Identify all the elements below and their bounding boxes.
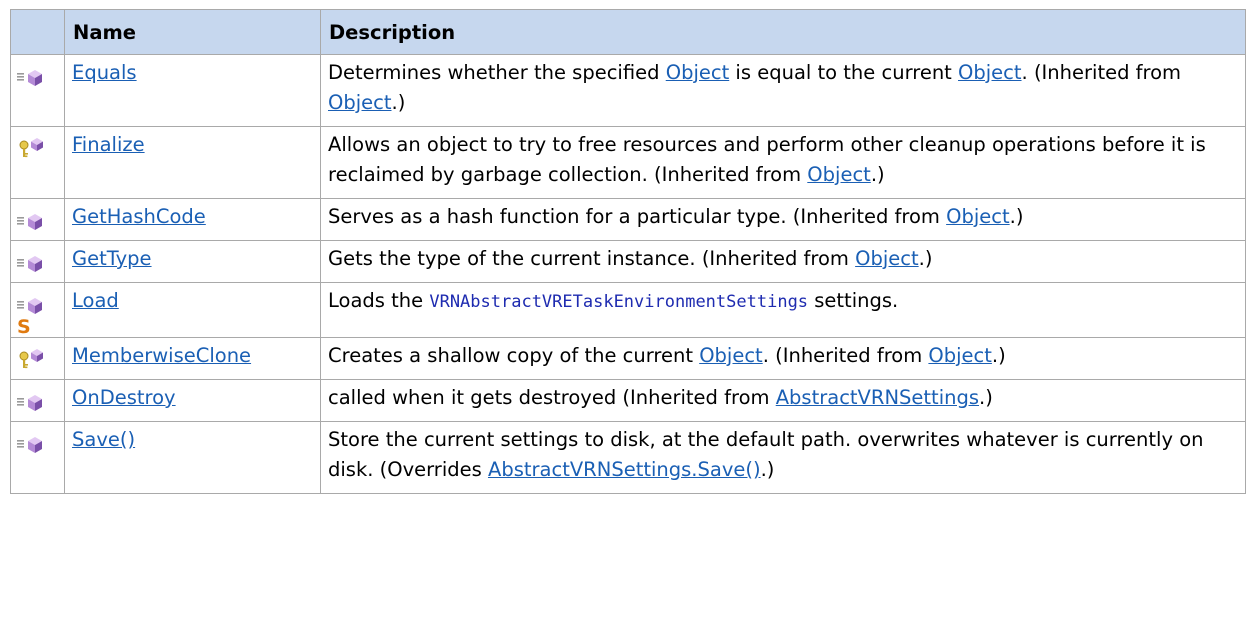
header-icon [10, 9, 65, 55]
member-icon-cell [10, 421, 65, 494]
public-method-icon [16, 209, 48, 231]
description-text: .) [1009, 205, 1024, 228]
svg-text:S: S [17, 316, 31, 337]
member-name-cell: Equals [64, 54, 321, 127]
type-link[interactable]: AbstractVRNSettings [776, 386, 979, 409]
member-name-cell: GetType [64, 240, 321, 283]
member-icon-cell [10, 54, 65, 127]
member-name-link[interactable]: Load [72, 289, 119, 312]
public-method-icon [16, 65, 48, 87]
description-text: Creates a shallow copy of the current [328, 344, 700, 367]
description-text: .) [870, 163, 885, 186]
description-text: . (Inherited from [762, 344, 929, 367]
description-text: Serves as a hash function for a particul… [328, 205, 947, 228]
protected-method-icon [16, 348, 48, 370]
member-description-cell: Allows an object to try to free resource… [320, 126, 1246, 199]
type-link[interactable]: Object [807, 163, 871, 186]
table-row: GetHashCode Serves as a hash function for… [10, 198, 1246, 241]
member-name-link[interactable]: Finalize [72, 133, 145, 156]
description-text: .) [979, 386, 993, 409]
member-icon-cell [10, 198, 65, 241]
table-row: MemberwiseClone Creates a shallow copy of… [10, 337, 1246, 380]
description-text: .) [391, 91, 406, 114]
type-link[interactable]: AbstractVRNSettings.Save() [488, 458, 761, 481]
table-row: OnDestroy called when it gets destroyed (… [10, 379, 1246, 422]
type-link[interactable]: Object [958, 61, 1022, 84]
description-text: called when it gets destroyed (Inherited… [328, 386, 776, 409]
member-description-cell: Store the current settings to disk, at t… [320, 421, 1246, 494]
type-link[interactable]: Object [328, 91, 392, 114]
member-name-link[interactable]: GetHashCode [72, 205, 206, 228]
type-link[interactable]: Object [855, 247, 919, 270]
public-method-icon [16, 251, 48, 273]
public-method-icon [16, 432, 48, 454]
description-text: Loads the [328, 289, 430, 312]
member-name-link[interactable]: OnDestroy [72, 386, 176, 409]
header-description: Description [320, 9, 1246, 55]
type-link[interactable]: Object [928, 344, 992, 367]
type-link[interactable]: Object [946, 205, 1010, 228]
type-link[interactable]: Object [666, 61, 730, 84]
member-icon-cell [10, 379, 65, 422]
member-name-link[interactable]: Save() [72, 428, 135, 451]
member-name-link[interactable]: GetType [72, 247, 152, 270]
table-header-row: Name Description [10, 9, 1246, 55]
static-icon: S [16, 315, 48, 338]
member-name-cell: MemberwiseClone [64, 337, 321, 380]
member-description-cell: called when it gets destroyed (Inherited… [320, 379, 1246, 422]
table-row: Finalize Allows an object to try to free … [10, 126, 1246, 199]
member-description-cell: Gets the type of the current instance. (… [320, 240, 1246, 283]
description-text: is equal to the current [729, 61, 959, 84]
member-name-link[interactable]: MemberwiseClone [72, 344, 251, 367]
member-name-cell: Save() [64, 421, 321, 494]
public-method-icon [16, 390, 48, 412]
member-icon-cell [10, 126, 65, 199]
member-description-cell: Serves as a hash function for a particul… [320, 198, 1246, 241]
description-text: settings. [808, 289, 899, 312]
member-description-cell: Creates a shallow copy of the current Ob… [320, 337, 1246, 380]
member-icon-cell [10, 240, 65, 283]
table-row: S Load Loads the VRNAbstractVRETaskEnviron… [10, 282, 1246, 338]
protected-method-icon [16, 137, 48, 159]
code-reference: VRNAbstractVRETaskEnvironmentSettings [429, 292, 809, 312]
description-text: .) [918, 247, 933, 270]
header-name: Name [64, 9, 321, 55]
member-icon-cell [10, 337, 65, 380]
description-text: .) [991, 344, 1006, 367]
description-text: Determines whether the specified [328, 61, 666, 84]
member-name-cell: GetHashCode [64, 198, 321, 241]
public-method-icon [16, 293, 48, 315]
member-name-cell: OnDestroy [64, 379, 321, 422]
table-row: GetType Gets the type of the current inst… [10, 240, 1246, 283]
description-text: . (Inherited from [1021, 61, 1182, 84]
description-text: .) [760, 458, 775, 481]
member-description-cell: Loads the VRNAbstractVRETaskEnvironmentS… [320, 282, 1246, 338]
description-text: Allows an object to try to free resource… [328, 133, 1206, 186]
member-name-cell: Load [64, 282, 321, 338]
member-name-cell: Finalize [64, 126, 321, 199]
table-row: Save() Store the current settings to disk… [10, 421, 1246, 494]
member-icon-cell: S [10, 282, 65, 338]
member-description-cell: Determines whether the specified Object … [320, 54, 1246, 127]
table-row: Equals Determines whether the specified O… [10, 54, 1246, 127]
members-table: Name Description Equals Determines whethe… [10, 9, 1246, 494]
member-name-link[interactable]: Equals [72, 61, 137, 84]
type-link[interactable]: Object [699, 344, 763, 367]
description-text: Gets the type of the current instance. (… [328, 247, 856, 270]
